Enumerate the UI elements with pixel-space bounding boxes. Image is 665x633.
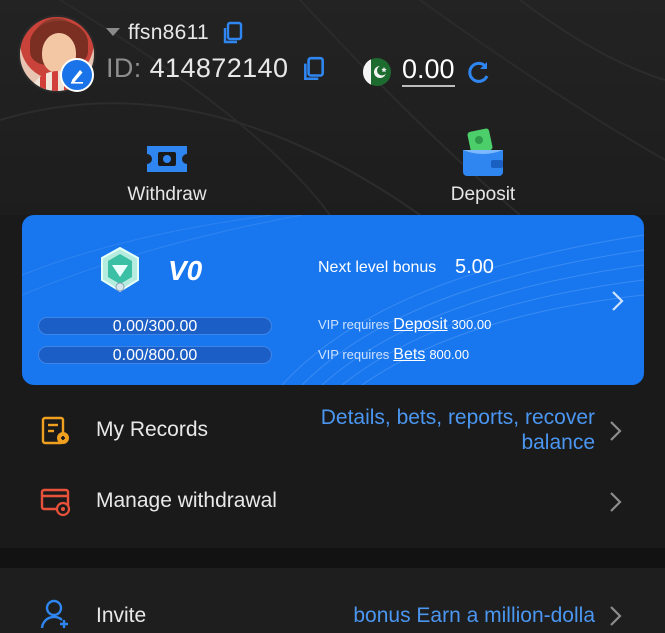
chevron-right-icon [610, 492, 622, 512]
records-icon [41, 416, 69, 445]
edit-avatar-button[interactable] [60, 58, 94, 92]
chevron-right-icon [610, 421, 622, 441]
refresh-balance-icon[interactable] [466, 59, 492, 85]
section-divider [0, 548, 665, 568]
user-id: ID: 414872140 [106, 53, 288, 84]
deposit-progress-text: 0.00/300.00 [112, 318, 198, 335]
withdraw-label: Withdraw [127, 184, 207, 205]
bets-progress-text: 0.00/800.00 [112, 347, 198, 364]
bets-requirement: VIP requires Bets 800.00 [318, 346, 469, 364]
deposit-requirement-link[interactable]: Deposit [393, 316, 447, 333]
next-level-bonus-label: Next level bonus [318, 259, 437, 276]
wallet-icon [463, 128, 503, 176]
my-records-detail: Details, bets, reports, recover balance [321, 405, 595, 455]
deposit-button[interactable]: Deposit [438, 128, 528, 206]
pencil-icon [71, 70, 83, 84]
invite-user-icon [40, 599, 68, 629]
vip-level-badge-icon [101, 247, 139, 293]
menu-item-manage-withdrawal[interactable]: Manage withdrawal [0, 470, 665, 532]
profile-header: ffsn8611 ID: 414872140 0.00 Withdraw Dep… [0, 0, 665, 215]
bets-requirement-amount: 800.00 [429, 347, 470, 362]
username: ffsn8611 [128, 21, 210, 44]
invite-detail: bonus Earn a million-dolla [353, 604, 595, 627]
my-records-detail-line1: Details, bets, reports, recover [320, 406, 595, 429]
deposit-requirement: VIP requires Deposit 300.00 [318, 316, 491, 334]
ticket-icon [147, 146, 187, 172]
vip-level: V0 [168, 255, 203, 286]
account-dropdown-caret[interactable] [106, 28, 120, 36]
user-id-label: ID: [106, 53, 142, 83]
deposit-progress-bar: 0.00/300.00 [38, 317, 272, 335]
menu-item-label: Manage withdrawal [96, 489, 277, 512]
bets-requirement-label: VIP requires [318, 347, 390, 362]
bets-progress-bar: 0.00/800.00 [38, 346, 272, 364]
chevron-right-icon[interactable] [610, 289, 626, 313]
menu-item-label: Invite [96, 604, 147, 627]
menu-item-label: My Records [96, 418, 209, 441]
balance-amount: 0.00 [402, 53, 455, 87]
deposit-requirement-label: VIP requires [318, 317, 390, 332]
deposit-requirement-amount: 300.00 [451, 317, 492, 332]
header-background-arcs [0, 0, 665, 215]
deposit-label: Deposit [450, 184, 516, 205]
next-level-bonus-value: 5.00 [455, 256, 494, 278]
pakistan-flag-icon [362, 58, 391, 86]
chevron-right-icon [610, 606, 622, 626]
card-settings-icon [40, 488, 71, 517]
menu-item-my-records[interactable]: My Records Details, bets, reports, recov… [0, 400, 665, 462]
vip-card[interactable]: V0 Next level bonus 5.00 0.00/300.00 0.0… [22, 215, 644, 385]
my-records-detail-line2: balance [521, 431, 595, 454]
withdraw-button[interactable]: Withdraw [122, 128, 212, 206]
menu-item-invite[interactable]: Invite bonus Earn a million-dolla [0, 568, 665, 633]
copy-username-icon[interactable] [222, 21, 244, 45]
bets-requirement-link[interactable]: Bets [393, 346, 425, 363]
copy-id-icon[interactable] [302, 56, 326, 82]
user-id-value: 414872140 [149, 53, 289, 83]
